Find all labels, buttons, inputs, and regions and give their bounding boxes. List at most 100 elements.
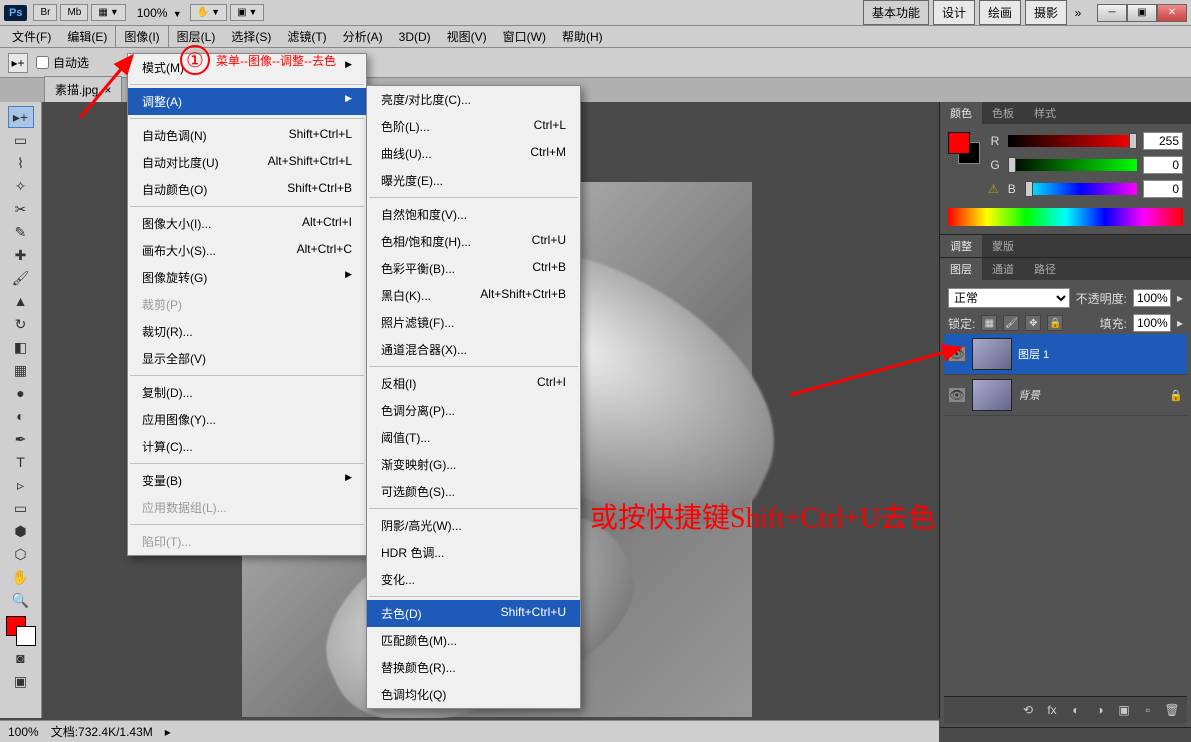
menu-item[interactable]: 变化... xyxy=(367,566,580,593)
b-value[interactable]: 0 xyxy=(1143,180,1183,198)
menu-item[interactable]: 计算(C)... xyxy=(128,433,366,460)
menu-help[interactable]: 帮助(H) xyxy=(554,26,611,47)
menu-item[interactable]: 自然饱和度(V)... xyxy=(367,201,580,228)
move-tool[interactable]: ▸+ xyxy=(8,106,34,128)
menu-item[interactable]: 自动对比度(U)Alt+Shift+Ctrl+L xyxy=(128,149,366,176)
group-button[interactable]: ▣ xyxy=(1113,701,1135,719)
menu-item[interactable]: 图像旋转(G)▶ xyxy=(128,264,366,291)
stamp-tool[interactable]: ▲ xyxy=(8,290,34,312)
menu-item[interactable]: 匹配颜色(M)... xyxy=(367,627,580,654)
layer-name[interactable]: 背景 xyxy=(1018,387,1163,403)
lock-trans-icon[interactable]: ▦ xyxy=(981,315,997,331)
visibility-icon[interactable]: 👁 xyxy=(948,346,966,362)
minimize-button[interactable]: ─ xyxy=(1097,4,1127,22)
g-value[interactable]: 0 xyxy=(1143,156,1183,174)
adjustment-layer-button[interactable]: ◑ xyxy=(1089,701,1111,719)
menu-item[interactable]: 曝光度(E)... xyxy=(367,167,580,194)
b-slider[interactable] xyxy=(1025,183,1137,195)
3d-tool[interactable]: ⬢ xyxy=(8,520,34,542)
g-slider[interactable] xyxy=(1008,159,1137,171)
zoom-level[interactable]: 100% ▼ xyxy=(137,6,182,20)
menu-item[interactable]: 通道混合器(X)... xyxy=(367,336,580,363)
menu-item[interactable]: 亮度/对比度(C)... xyxy=(367,86,580,113)
menu-item[interactable]: 色相/饱和度(H)...Ctrl+U xyxy=(367,228,580,255)
menu-edit[interactable]: 编辑(E) xyxy=(59,26,115,47)
menu-item[interactable]: 自动颜色(O)Shift+Ctrl+B xyxy=(128,176,366,203)
menu-item[interactable]: 裁切(R)... xyxy=(128,318,366,345)
auto-select-checkbox[interactable]: 自动选 xyxy=(36,54,89,71)
pen-tool[interactable]: ✒ xyxy=(8,428,34,450)
crop-tool[interactable]: ✂ xyxy=(8,198,34,220)
menu-select[interactable]: 选择(S) xyxy=(223,26,279,47)
blur-tool[interactable]: ● xyxy=(8,382,34,404)
screen-mode-button[interactable]: ▣▼ xyxy=(230,4,264,21)
tab-paths[interactable]: 路径 xyxy=(1024,258,1066,280)
layer-name[interactable]: 图层 1 xyxy=(1018,346,1183,362)
menu-item[interactable]: 去色(D)Shift+Ctrl+U xyxy=(367,600,580,627)
heal-tool[interactable]: ✚ xyxy=(8,244,34,266)
menu-item[interactable]: 色调分离(P)... xyxy=(367,397,580,424)
menu-item[interactable]: 照片滤镜(F)... xyxy=(367,309,580,336)
lasso-tool[interactable]: ⌇ xyxy=(8,152,34,174)
menu-item[interactable]: 反相(I)Ctrl+I xyxy=(367,370,580,397)
tab-masks[interactable]: 蒙版 xyxy=(982,235,1024,257)
gradient-tool[interactable]: ▦ xyxy=(8,359,34,381)
tab-color[interactable]: 颜色 xyxy=(940,102,982,124)
menu-item[interactable]: 色调均化(Q) xyxy=(367,681,580,708)
layer-thumbnail[interactable] xyxy=(972,379,1012,411)
menu-analysis[interactable]: 分析(A) xyxy=(335,26,391,47)
fill-value[interactable]: 100% xyxy=(1133,314,1171,332)
wand-tool[interactable]: ✧ xyxy=(8,175,34,197)
tab-channels[interactable]: 通道 xyxy=(982,258,1024,280)
lock-move-icon[interactable]: ✥ xyxy=(1025,315,1041,331)
view-grid-button[interactable]: ▦▼ xyxy=(91,4,125,21)
brush-tool[interactable]: 🖌 xyxy=(8,267,34,289)
menu-layer[interactable]: 图层(L) xyxy=(169,26,224,47)
background-color[interactable] xyxy=(16,626,36,646)
marquee-tool[interactable]: ▭ xyxy=(8,129,34,151)
menu-item[interactable]: 阈值(T)... xyxy=(367,424,580,451)
workspace-design[interactable]: 设计 xyxy=(933,0,975,25)
color-swatch[interactable] xyxy=(6,616,36,646)
history-brush-tool[interactable]: ↻ xyxy=(8,313,34,335)
hand-tool[interactable]: ✋ xyxy=(8,566,34,588)
status-arrow-icon[interactable]: ▸ xyxy=(165,725,171,739)
maximize-button[interactable]: ▣ xyxy=(1127,4,1157,22)
menu-window[interactable]: 窗口(W) xyxy=(495,26,554,47)
layer-row[interactable]: 👁 图层 1 xyxy=(944,334,1187,375)
screenmode-tool[interactable]: ▣ xyxy=(8,670,34,692)
path-tool[interactable]: ▹ xyxy=(8,474,34,496)
status-zoom[interactable]: 100% xyxy=(8,725,39,739)
menu-item[interactable]: 黑白(K)...Alt+Shift+Ctrl+B xyxy=(367,282,580,309)
tab-adjustments[interactable]: 调整 xyxy=(940,235,982,257)
delete-layer-button[interactable]: 🗑 xyxy=(1161,701,1183,719)
r-value[interactable]: 255 xyxy=(1143,132,1183,150)
menu-item[interactable]: 色彩平衡(B)...Ctrl+B xyxy=(367,255,580,282)
menu-item[interactable]: 模式(M)▶ xyxy=(128,54,366,81)
menu-item[interactable]: 画布大小(S)...Alt+Ctrl+C xyxy=(128,237,366,264)
menu-item[interactable]: 阴影/高光(W)... xyxy=(367,512,580,539)
close-button[interactable]: ✕ xyxy=(1157,4,1187,22)
quickmask-tool[interactable]: ◙ xyxy=(8,647,34,669)
menu-item[interactable]: 替换颜色(R)... xyxy=(367,654,580,681)
tab-layers[interactable]: 图层 xyxy=(940,258,982,280)
menu-item[interactable]: 色阶(L)...Ctrl+L xyxy=(367,113,580,140)
visibility-icon[interactable]: 👁 xyxy=(948,387,966,403)
opacity-value[interactable]: 100% xyxy=(1133,289,1171,307)
zoom-tool[interactable]: 🔍 xyxy=(8,589,34,611)
document-tab[interactable]: 素描.jpg × xyxy=(44,76,122,102)
workspace-basic[interactable]: 基本功能 xyxy=(863,0,929,25)
3d-camera-tool[interactable]: ⬡ xyxy=(8,543,34,565)
layer-row[interactable]: 👁 背景 🔒 xyxy=(944,375,1187,416)
menu-filter[interactable]: 滤镜(T) xyxy=(279,26,334,47)
menu-item[interactable]: 变量(B)▶ xyxy=(128,467,366,494)
color-swatch-panel[interactable] xyxy=(948,132,980,164)
link-layers-button[interactable]: ⟲ xyxy=(1017,701,1039,719)
workspace-paint[interactable]: 绘画 xyxy=(979,0,1021,25)
type-tool[interactable]: T xyxy=(8,451,34,473)
r-slider[interactable] xyxy=(1008,135,1137,147)
tab-styles[interactable]: 样式 xyxy=(1024,102,1066,124)
menu-item[interactable]: 曲线(U)...Ctrl+M xyxy=(367,140,580,167)
blend-mode-select[interactable]: 正常 xyxy=(948,288,1070,308)
menu-view[interactable]: 视图(V) xyxy=(439,26,495,47)
